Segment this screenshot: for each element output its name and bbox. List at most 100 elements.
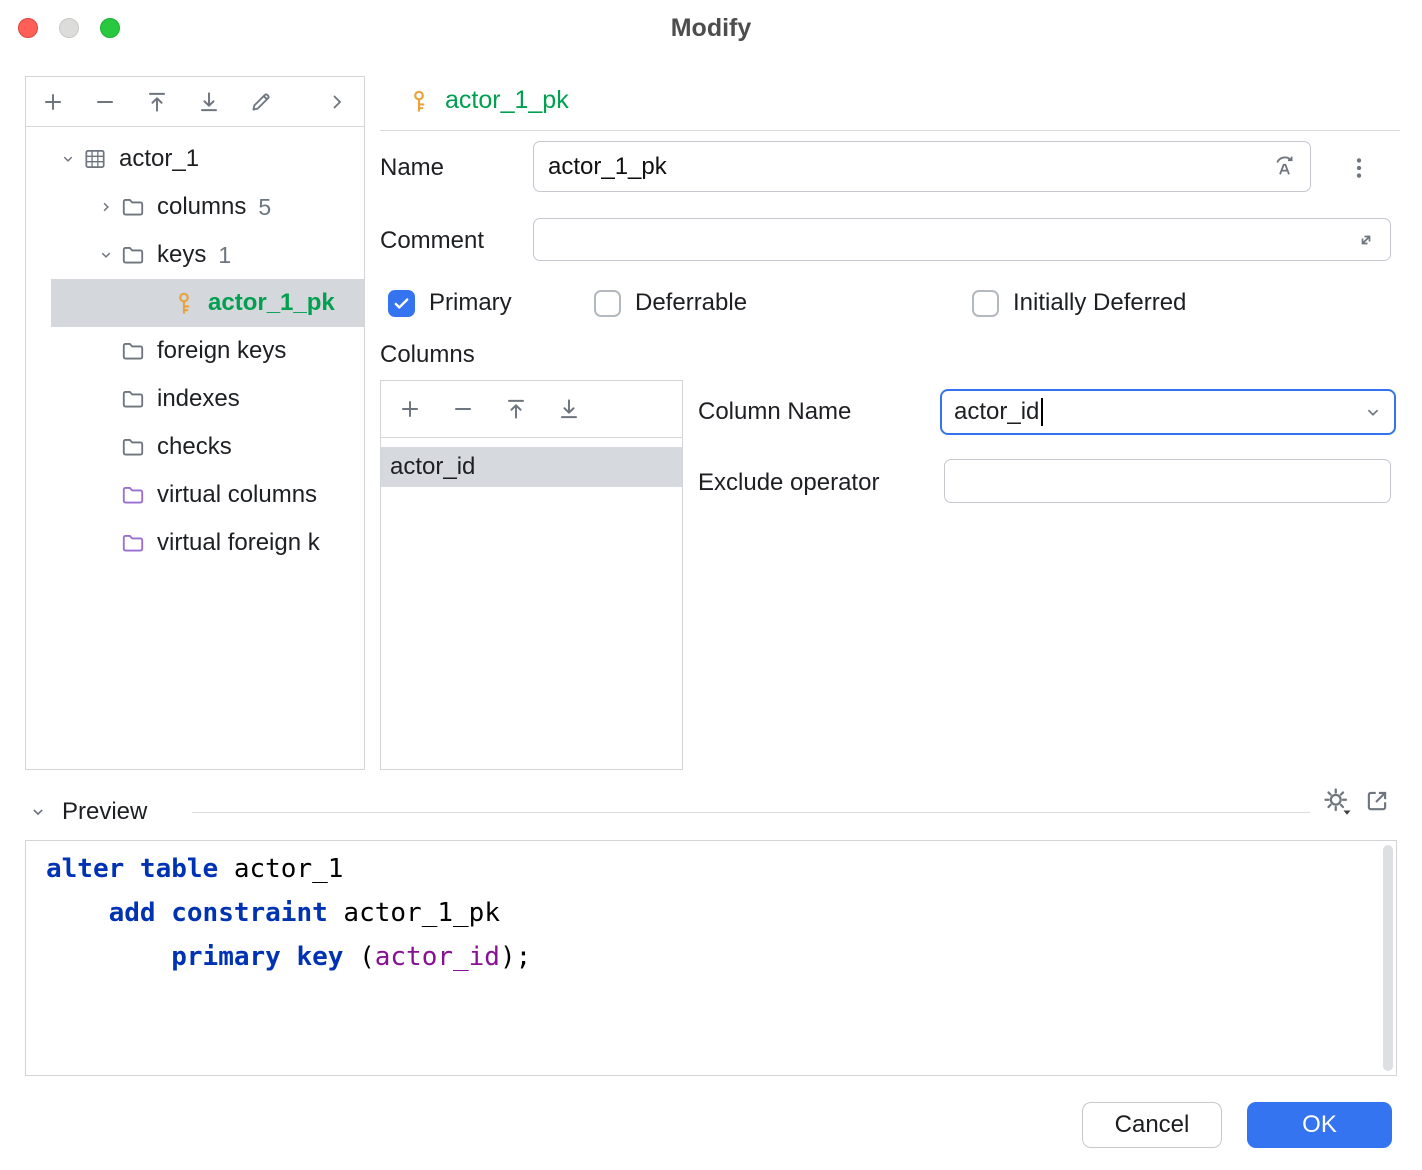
column-list-item[interactable]: actor_id bbox=[381, 447, 682, 487]
columns-section-label: Columns bbox=[380, 341, 475, 369]
folder-icon bbox=[120, 386, 146, 412]
tree-item-label: indexes bbox=[157, 385, 240, 413]
column-name-label: Column Name bbox=[698, 398, 851, 426]
kebab-menu-icon[interactable] bbox=[1344, 153, 1374, 183]
tree-item-indexes[interactable]: indexes bbox=[26, 375, 364, 423]
tree-toolbar bbox=[26, 77, 364, 127]
tree-item-keys[interactable]: keys 1 bbox=[26, 231, 364, 279]
tree-item-label: actor_1_pk bbox=[208, 289, 335, 317]
tree-item-actor-1[interactable]: actor_1 bbox=[26, 135, 364, 183]
remove-icon[interactable] bbox=[90, 87, 120, 117]
zoom-button[interactable] bbox=[100, 18, 120, 38]
text-caret bbox=[1041, 398, 1043, 426]
window-title: Modify bbox=[671, 14, 752, 43]
add-icon[interactable] bbox=[38, 87, 68, 117]
columns-list: actor_id bbox=[381, 438, 682, 487]
name-field-wrap bbox=[533, 141, 1311, 192]
object-tree-panel: actor_1 columns 5 keys 1 actor_1_pk bbox=[25, 76, 365, 770]
tree-item-label: checks bbox=[157, 433, 232, 461]
move-down-icon[interactable] bbox=[554, 394, 584, 424]
object-tree: actor_1 columns 5 keys 1 actor_1_pk bbox=[26, 127, 364, 567]
initially-deferred-label: Initially Deferred bbox=[1013, 289, 1186, 317]
toolbar-chevron-right-icon[interactable] bbox=[322, 87, 352, 117]
cancel-button[interactable]: Cancel bbox=[1082, 1102, 1222, 1148]
tree-item-checks[interactable]: checks bbox=[26, 423, 364, 471]
move-up-icon[interactable] bbox=[501, 394, 531, 424]
edit-icon[interactable] bbox=[246, 87, 276, 117]
initially-deferred-checkbox-group: Initially Deferred bbox=[972, 289, 1186, 317]
twisty-spacer bbox=[92, 385, 120, 413]
item-count: 5 bbox=[258, 194, 271, 221]
scrollbar-thumb[interactable] bbox=[1383, 845, 1393, 1071]
initially-deferred-checkbox[interactable] bbox=[972, 290, 999, 317]
tree-item-columns[interactable]: columns 5 bbox=[26, 183, 364, 231]
tree-item-virtual-columns[interactable]: virtual columns bbox=[26, 471, 364, 519]
primary-label: Primary bbox=[429, 289, 512, 317]
comment-field-wrap bbox=[533, 218, 1391, 261]
tree-item-label: columns bbox=[157, 193, 246, 221]
chevron-down-icon[interactable] bbox=[54, 145, 82, 173]
columns-panel: actor_id bbox=[380, 380, 683, 770]
tree-item-label: virtual foreign k bbox=[157, 529, 320, 557]
modify-dialog: Modify actor_1 columns 5 bbox=[0, 0, 1422, 1170]
name-label: Name bbox=[380, 154, 444, 182]
ok-button[interactable]: OK bbox=[1247, 1102, 1392, 1148]
exclude-operator-input[interactable] bbox=[945, 460, 1390, 502]
tree-item-label: actor_1 bbox=[119, 145, 199, 173]
columns-toolbar bbox=[381, 381, 682, 438]
preview-collapse-chevron-icon[interactable] bbox=[28, 802, 48, 822]
deferrable-checkbox-group: Deferrable bbox=[594, 289, 747, 317]
title-bar: Modify bbox=[0, 0, 1422, 56]
combobox-chevron-icon[interactable] bbox=[1362, 401, 1384, 423]
sql-preview-panel: alter table actor_1 add constraint actor… bbox=[25, 840, 1397, 1076]
move-up-icon[interactable] bbox=[142, 87, 172, 117]
sql-preview-code: alter table actor_1 add constraint actor… bbox=[46, 847, 531, 979]
traffic-lights bbox=[18, 18, 120, 38]
settings-gear-icon[interactable] bbox=[1322, 786, 1352, 816]
header-separator bbox=[380, 130, 1400, 131]
object-header: actor_1_pk bbox=[406, 86, 569, 115]
key-icon bbox=[171, 290, 197, 316]
name-input[interactable] bbox=[534, 142, 1310, 191]
tree-item-foreign-keys[interactable]: foreign keys bbox=[26, 327, 364, 375]
chevron-down-icon[interactable] bbox=[92, 241, 120, 269]
expand-field-icon[interactable] bbox=[1354, 228, 1378, 252]
minimize-button[interactable] bbox=[59, 18, 79, 38]
tree-item-label: virtual columns bbox=[157, 481, 317, 509]
twisty-spacer bbox=[92, 529, 120, 557]
sql-line: primary key (actor_id); bbox=[46, 935, 531, 979]
primary-checkbox[interactable] bbox=[388, 290, 415, 317]
preview-section-label[interactable]: Preview bbox=[62, 798, 147, 826]
close-button[interactable] bbox=[18, 18, 38, 38]
virtual-folder-icon bbox=[120, 530, 146, 556]
folder-icon bbox=[120, 338, 146, 364]
twisty-spacer bbox=[92, 433, 120, 461]
twisty-spacer bbox=[143, 289, 171, 317]
object-header-title: actor_1_pk bbox=[445, 86, 569, 115]
tree-item-label: foreign keys bbox=[157, 337, 286, 365]
exclude-operator-label: Exclude operator bbox=[698, 469, 879, 497]
preview-separator bbox=[192, 812, 1310, 813]
add-icon[interactable] bbox=[395, 394, 425, 424]
comment-label: Comment bbox=[380, 227, 484, 255]
remove-icon[interactable] bbox=[448, 394, 478, 424]
tree-item-label: keys bbox=[157, 241, 206, 269]
item-count: 1 bbox=[218, 242, 231, 269]
comment-input[interactable] bbox=[534, 219, 1390, 260]
move-down-icon[interactable] bbox=[194, 87, 224, 117]
open-in-editor-icon[interactable] bbox=[1362, 786, 1392, 816]
column-name-value: actor_id bbox=[954, 398, 1039, 426]
folder-icon bbox=[120, 242, 146, 268]
deferrable-label: Deferrable bbox=[635, 289, 747, 317]
sql-line: alter table actor_1 bbox=[46, 847, 531, 891]
chevron-right-icon[interactable] bbox=[92, 193, 120, 221]
deferrable-checkbox[interactable] bbox=[594, 290, 621, 317]
key-icon bbox=[406, 88, 432, 114]
sql-line: add constraint actor_1_pk bbox=[46, 891, 531, 935]
tree-item-actor-1-pk-selected[interactable]: actor_1_pk bbox=[51, 279, 364, 327]
tree-item-virtual-foreign-keys[interactable]: virtual foreign k bbox=[26, 519, 364, 567]
column-name-combobox[interactable]: actor_id bbox=[940, 389, 1396, 435]
exclude-operator-field-wrap bbox=[944, 459, 1391, 503]
rename-icon[interactable] bbox=[1271, 153, 1298, 180]
virtual-folder-icon bbox=[120, 482, 146, 508]
